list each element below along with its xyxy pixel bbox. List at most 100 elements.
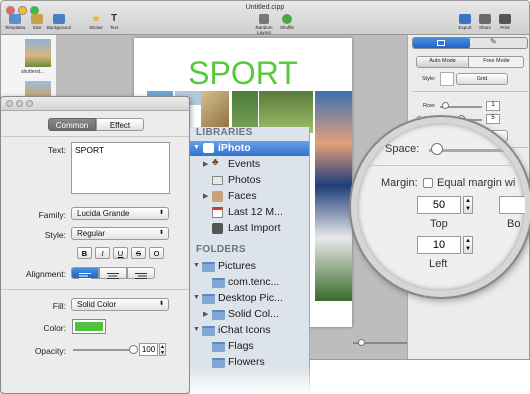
- left-label: Left: [429, 258, 448, 270]
- photo-thumbnail[interactable]: [25, 81, 51, 97]
- star-icon: ★: [91, 13, 101, 25]
- library-item-faces[interactable]: ▶ Faces: [190, 189, 309, 204]
- disclosure-closed-icon: ▶: [203, 193, 209, 200]
- collage-title-text[interactable]: SPORT: [134, 55, 352, 92]
- zoom-panel-button[interactable]: [26, 100, 33, 107]
- export-icon: [459, 14, 471, 24]
- opacity-slider[interactable]: [73, 349, 133, 351]
- shuffle-icon: [282, 14, 292, 24]
- underline-button[interactable]: U: [113, 247, 128, 259]
- background-icon: [53, 14, 65, 24]
- library-item-events[interactable]: ▶ ♣ Events: [190, 157, 309, 172]
- folder-icon: [202, 326, 215, 336]
- top-margin-stepper[interactable]: ▲ ▼: [463, 196, 473, 214]
- bold-button[interactable]: B: [77, 247, 92, 259]
- align-left-button[interactable]: [71, 267, 99, 279]
- title-bar: Untitled.cipp Templates Size Background …: [1, 1, 529, 35]
- align-center-button[interactable]: [99, 267, 127, 279]
- font-family-popup[interactable]: Lucida Grande ⬍: [71, 207, 169, 220]
- zoom-slider-knob[interactable]: [358, 339, 365, 346]
- library-item-last-12-months[interactable]: Last 12 M...: [190, 205, 309, 220]
- tab-common[interactable]: Common: [48, 118, 96, 131]
- divider: [357, 165, 525, 166]
- color-well[interactable]: [72, 319, 106, 334]
- bottom-margin-field[interactable]: [499, 196, 525, 214]
- folder-item-ichat-icons[interactable]: ▼ iChat Icons: [190, 323, 309, 338]
- photo-thumbnail[interactable]: [25, 39, 51, 67]
- left-margin-field[interactable]: 10: [417, 236, 461, 254]
- column-field[interactable]: 5: [486, 114, 500, 124]
- iphoto-icon: [203, 143, 214, 153]
- space-slider-knob[interactable]: [431, 143, 443, 155]
- size-button[interactable]: Size: [25, 14, 49, 30]
- library-item-iphoto[interactable]: ▼ iPhoto: [190, 141, 309, 156]
- collage-photo-large[interactable]: [315, 91, 352, 301]
- left-margin-stepper[interactable]: ▲ ▼: [463, 236, 473, 254]
- fill-popup[interactable]: Solid Color ⬍: [71, 298, 169, 311]
- wrench-icon: ✎: [490, 37, 497, 46]
- folder-icon: [212, 342, 225, 352]
- library-item-last-import[interactable]: Last Import: [190, 221, 309, 236]
- font-style-popup[interactable]: Regular ⬍: [71, 227, 169, 240]
- style-popup[interactable]: Grid: [456, 73, 508, 85]
- equal-margin-label: Equal margin wi: [437, 177, 516, 189]
- family-label: Family:: [38, 210, 66, 220]
- chevron-updown-icon: ⬍: [158, 230, 164, 236]
- text-icon: T: [110, 13, 118, 24]
- text-button[interactable]: T Text: [102, 13, 126, 31]
- reflection-fade: [190, 367, 310, 394]
- space-slider[interactable]: [429, 149, 525, 152]
- folder-item-flags[interactable]: Flags: [190, 339, 309, 354]
- space-label: Space:: [385, 143, 420, 155]
- shuffle-button[interactable]: Shuffle: [275, 14, 299, 30]
- background-button[interactable]: Background: [47, 14, 71, 30]
- tab-layout[interactable]: [413, 38, 470, 48]
- style-label: Style:: [422, 76, 436, 82]
- opacity-label: Opacity:: [34, 346, 66, 356]
- row-slider-knob[interactable]: [442, 102, 449, 109]
- tab-tools[interactable]: ✎: [490, 37, 497, 46]
- opacity-stepper[interactable]: ▲ ▼: [159, 343, 166, 356]
- folder-item-desktop-pictures[interactable]: ▼ Desktop Pic...: [190, 291, 309, 306]
- library-item-photos[interactable]: Photos: [190, 173, 309, 188]
- close-panel-button[interactable]: [6, 100, 13, 107]
- top-label: Top: [430, 218, 448, 230]
- opacity-slider-knob[interactable]: [129, 345, 138, 354]
- opacity-field[interactable]: 100: [139, 343, 158, 356]
- outline-button[interactable]: O: [149, 247, 164, 259]
- libraries-header: LIBRARIES: [196, 127, 253, 138]
- folder-icon: [202, 262, 215, 272]
- dice-icon: [259, 14, 269, 24]
- divider: [412, 91, 528, 92]
- align-right-button[interactable]: [127, 267, 155, 279]
- top-margin-field[interactable]: 50: [417, 196, 461, 214]
- magnifier-lens: Space: Margin: Equal margin wi 50 ▲ ▼ Top…: [351, 117, 530, 297]
- equal-margin-checkbox[interactable]: [423, 178, 433, 188]
- strikethrough-button[interactable]: S: [131, 247, 146, 259]
- italic-button[interactable]: I: [95, 247, 110, 259]
- printer-icon: [499, 14, 511, 24]
- thumbnail-caption: shutterst...: [21, 69, 45, 75]
- auto-mode-button[interactable]: Auto Mode: [417, 57, 469, 67]
- share-icon: [479, 14, 491, 24]
- row-field[interactable]: 1: [486, 101, 500, 111]
- disclosure-closed-icon: ▶: [203, 311, 209, 318]
- disclosure-open-icon: ▼: [193, 294, 200, 301]
- folder-item-com-tenc[interactable]: com.tenc...: [190, 275, 309, 290]
- minimize-panel-button[interactable]: [16, 100, 23, 107]
- chevron-updown-icon: ⬍: [158, 301, 164, 307]
- free-mode-button[interactable]: Free Mode: [470, 57, 523, 67]
- text-input[interactable]: SPORT: [71, 142, 170, 194]
- align-center-icon: [107, 273, 119, 279]
- folders-header: FOLDERS: [196, 244, 246, 255]
- print-button[interactable]: Print: [493, 14, 517, 30]
- folder-item-pictures[interactable]: ▼ Pictures: [190, 259, 309, 274]
- calendar-icon: [212, 207, 223, 218]
- folder-icon: [212, 278, 225, 288]
- tab-effect[interactable]: Effect: [96, 118, 144, 131]
- style-label: Style:: [44, 230, 66, 240]
- templates-button[interactable]: Templates: [3, 14, 27, 30]
- text-label: Text:: [48, 145, 66, 155]
- alignment-label: Alignment:: [25, 269, 66, 279]
- folder-item-solid-colors[interactable]: ▶ Solid Col...: [190, 307, 309, 322]
